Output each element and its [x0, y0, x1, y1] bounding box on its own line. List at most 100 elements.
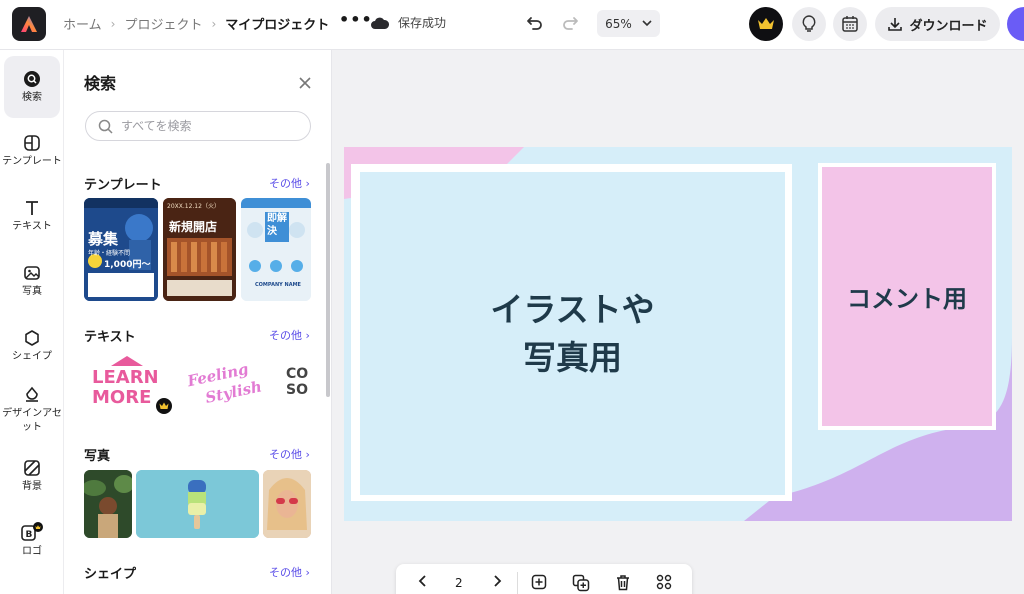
template-price: 1,000円〜 — [104, 260, 151, 270]
search-panel: 検索 テンプレート その他 › 募集 年齢・経験不問 1,000円〜 — [64, 50, 332, 594]
comment-placeholder[interactable]: コメント用 — [822, 167, 992, 426]
template-date: 20XX.12.12（火） — [167, 203, 220, 210]
ideas-button[interactable] — [792, 7, 826, 41]
save-status: 保存成功 — [370, 14, 446, 31]
download-label: ダウンロード — [909, 18, 988, 34]
more-options-button[interactable]: ••• — [339, 10, 373, 29]
panel-scrollbar[interactable] — [326, 163, 330, 397]
shape-icon — [25, 330, 39, 346]
zoom-select[interactable]: 65% — [597, 10, 660, 37]
text-sample-line1: CO — [286, 366, 309, 382]
crown-icon — [159, 402, 169, 409]
rail-label: テンプレート — [2, 156, 62, 167]
rail-label: デザインアセット — [2, 408, 62, 433]
rail-label: シェイプ — [12, 351, 52, 362]
photo-placeholder-line1: イラストや — [490, 289, 655, 329]
photos-more-link[interactable]: その他 › — [269, 446, 310, 462]
grid-icon — [656, 574, 672, 590]
app-logo[interactable] — [12, 7, 46, 41]
svg-text:B: B — [26, 530, 33, 540]
text-style-feeling-stylish[interactable]: Feeling Stylish — [179, 351, 279, 424]
text-sample-line2: SO — [286, 382, 308, 398]
rail-item-search[interactable]: 検索 — [4, 56, 60, 118]
chevron-right-icon: › — [110, 16, 116, 31]
canvas-area: イラストや 写真用 コメント用 — [332, 50, 1024, 594]
text-style-partial[interactable]: CO SO — [284, 366, 312, 412]
background-icon — [24, 460, 40, 476]
text-sample-line1: LEARN — [92, 367, 159, 388]
photo-woman-plants — [84, 470, 132, 538]
redo-icon — [563, 17, 578, 30]
rail-label: 背景 — [22, 481, 42, 492]
section-title-text: テキスト — [84, 330, 136, 345]
undo-button[interactable] — [525, 13, 545, 37]
search-icon — [98, 119, 113, 134]
template-headline: 募集 — [88, 230, 119, 248]
rail-item-logo[interactable]: B ロゴ — [0, 522, 64, 559]
section-title-templates: テンプレート — [84, 178, 162, 193]
shapes-more-link[interactable]: その他 › — [269, 564, 310, 580]
photo-thumbnail[interactable] — [136, 470, 259, 538]
rail-item-background[interactable]: 背景 — [0, 459, 64, 494]
calendar-button[interactable] — [833, 7, 867, 41]
chevron-right-icon — [494, 575, 502, 587]
rail-item-photo[interactable]: 写真 — [0, 264, 64, 299]
rail-item-shape[interactable]: シェイプ — [0, 329, 64, 364]
delete-page-button[interactable] — [615, 574, 631, 594]
page-number: 2 — [455, 576, 463, 590]
close-panel-button[interactable] — [299, 74, 311, 93]
template-thumbnail[interactable]: 20XX.12.12（火） 新規開店 — [163, 198, 236, 301]
design-slide[interactable]: イラストや 写真用 コメント用 — [344, 147, 1012, 521]
top-bar: ホーム › プロジェクト › マイプロジェクト ••• 保存成功 65% ダウン… — [0, 0, 1024, 50]
text-icon — [26, 201, 38, 215]
search-input[interactable] — [121, 119, 291, 133]
rail-item-template[interactable]: テンプレート — [0, 134, 64, 169]
template-thumbnail[interactable]: 募集 年齢・経験不問 1,000円〜 — [84, 198, 158, 301]
text-sample-line2: MORE — [92, 387, 152, 408]
premium-badge — [156, 398, 172, 414]
page-grid-button[interactable] — [656, 574, 672, 593]
chevron-right-icon: › — [211, 16, 217, 31]
premium-button[interactable] — [749, 7, 783, 41]
rail-item-design-asset[interactable]: デザインアセット — [0, 386, 64, 435]
duplicate-page-button[interactable] — [572, 574, 590, 594]
photo-placeholder[interactable]: イラストや 写真用 — [360, 172, 785, 495]
design-asset-icon — [26, 386, 38, 402]
search-circle-icon — [24, 70, 40, 87]
add-square-icon — [531, 574, 547, 590]
template-subline: 年齢・経験不問 — [88, 250, 131, 257]
image-icon — [24, 266, 40, 280]
redo-button[interactable] — [560, 13, 580, 37]
photo-thumbnail[interactable] — [263, 470, 311, 538]
templates-more-link[interactable]: その他 › — [269, 175, 310, 191]
download-button[interactable]: ダウンロード — [875, 7, 1000, 41]
template-thumbnail[interactable]: 即解決 COMPANY NAME — [241, 198, 311, 301]
chevron-left-icon — [418, 575, 426, 587]
search-box — [85, 111, 311, 141]
share-button[interactable] — [1007, 7, 1024, 41]
breadcrumb-projects[interactable]: プロジェクト — [124, 14, 202, 33]
section-title-photos: 写真 — [84, 449, 111, 464]
comment-placeholder-label: コメント用 — [847, 285, 967, 313]
chevron-down-icon — [642, 20, 652, 27]
panel-title: 検索 — [84, 74, 117, 93]
photo-woman-sunglasses — [263, 470, 311, 538]
breadcrumb: ホーム › プロジェクト › マイプロジェクト — [63, 14, 329, 34]
rail-label: テキスト — [12, 221, 52, 232]
rail-label: ロゴ — [22, 546, 42, 557]
add-page-button[interactable] — [531, 574, 547, 593]
breadcrumb-home[interactable]: ホーム — [63, 14, 102, 33]
next-page-button[interactable] — [492, 574, 502, 591]
text-more-link[interactable]: その他 › — [269, 327, 310, 343]
rail-item-text[interactable]: テキスト — [0, 199, 64, 234]
lightbulb-icon — [802, 15, 816, 32]
breadcrumb-current-project[interactable]: マイプロジェクト — [225, 14, 329, 33]
logo-icon: B — [21, 522, 43, 541]
prev-page-button[interactable] — [418, 574, 428, 591]
text-style-learn-more[interactable]: LEARN MORE — [84, 356, 172, 416]
divider — [517, 572, 518, 594]
photo-thumbnail[interactable] — [84, 470, 132, 538]
template-company: COMPANY NAME — [255, 282, 301, 288]
template-preview-opening — [163, 198, 236, 301]
template-icon — [24, 135, 40, 151]
